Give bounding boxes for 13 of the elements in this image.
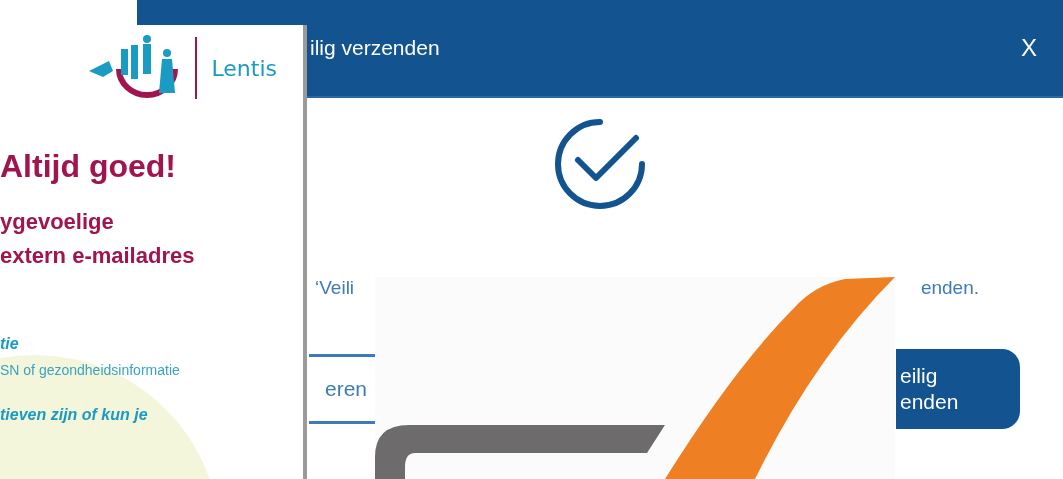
- flyer-section-heading: tieven zijn of kun je: [0, 404, 149, 425]
- close-button[interactable]: X: [1017, 30, 1041, 66]
- check-circle-icon: [554, 118, 646, 210]
- send-button[interactable]: eilig enden: [896, 348, 1020, 429]
- message-text: enden.: [920, 276, 979, 300]
- message-text: ‘Veili: [315, 276, 355, 300]
- dialog-title: ilig verzenden: [310, 35, 440, 62]
- flyer-section-heading: tie: [0, 333, 20, 354]
- cancel-button[interactable]: eren: [309, 353, 375, 424]
- flyer-subheadline: ygevoelige extern e-mailadres: [0, 208, 196, 271]
- flyer-section-text: SN of gezondheidsinformatie: [0, 360, 181, 380]
- flyer-headline: Altijd goed!: [0, 147, 177, 186]
- logo-text: Lentis: [211, 54, 277, 83]
